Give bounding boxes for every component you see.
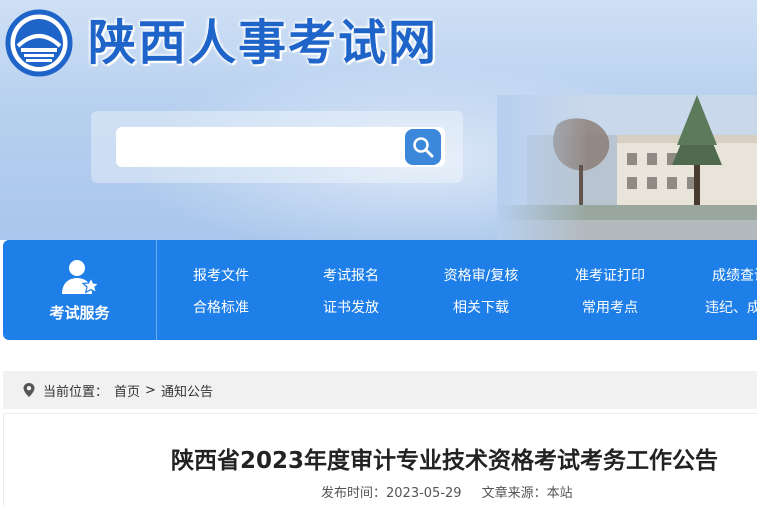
search-button[interactable] xyxy=(401,127,445,167)
exam-service-block[interactable]: 考试服务 xyxy=(3,240,156,340)
breadcrumb-prefix: 当前位置： xyxy=(43,384,109,400)
breadcrumb: 当前位置： 首页 > 通知公告 xyxy=(3,371,757,409)
nav-link-qualification-review[interactable]: 资格审/复核 xyxy=(444,265,519,285)
search-icon xyxy=(413,137,434,158)
nav-link-score-query[interactable]: 成绩查询 xyxy=(712,265,757,285)
article-card: 陕西省2023年度审计专业技术资格考试考务工作公告 发布时间：2023-05-2… xyxy=(3,413,757,506)
nav-link-registration[interactable]: 考试报名 xyxy=(323,265,379,285)
location-pin-icon xyxy=(23,383,35,397)
article-source: 文章来源：本站 xyxy=(481,486,573,501)
search-button-bg xyxy=(405,129,441,165)
article-title: 陕西省2023年度审计专业技术资格考试考务工作公告 xyxy=(171,448,719,474)
nav-link-admission-ticket[interactable]: 准考证打印 xyxy=(575,265,645,285)
nav-link-certificate-issue[interactable]: 证书发放 xyxy=(323,297,379,317)
nav-link-passing-standard[interactable]: 合格标准 xyxy=(193,297,249,317)
breadcrumb-current-link[interactable]: 通知公告 xyxy=(161,381,213,400)
nav-link-exam-sites[interactable]: 常用考点 xyxy=(582,297,638,317)
nav-link-downloads[interactable]: 相关下载 xyxy=(453,297,509,317)
nav-link-violations[interactable]: 违纪、成绩 xyxy=(705,297,757,317)
breadcrumb-separator: > xyxy=(145,382,156,398)
search-input[interactable] xyxy=(116,127,401,167)
nav-divider xyxy=(156,240,157,340)
exam-service-label: 考试服务 xyxy=(49,303,110,322)
user-star-icon xyxy=(61,259,100,294)
emblem-icon xyxy=(5,9,73,77)
site-title: 陕西人事考试网 xyxy=(88,15,439,71)
breadcrumb-home-link[interactable]: 首页 xyxy=(114,381,140,400)
campus-scenery-image xyxy=(497,95,757,240)
service-nav: 考试服务 报考文件 考试报名 资格审/复核 准考证打印 成绩查询 合格标准 证书… xyxy=(3,240,757,340)
article-meta: 发布时间：2023-05-29 文章来源：本站 xyxy=(321,482,573,501)
nav-link-application-docs[interactable]: 报考文件 xyxy=(193,265,249,285)
article-publish-date: 发布时间：2023-05-29 xyxy=(321,486,462,501)
